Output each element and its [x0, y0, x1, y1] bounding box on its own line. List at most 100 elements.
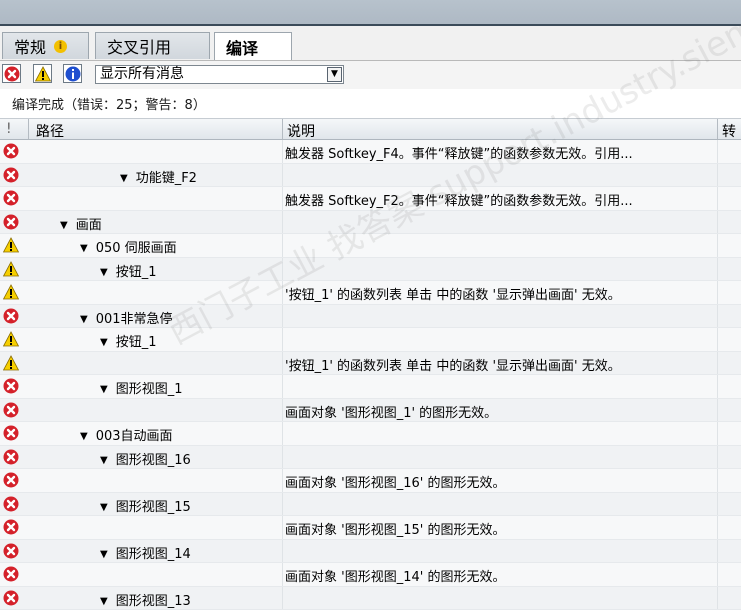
- tree-node-label: 功能键_F2: [135, 170, 197, 186]
- column-divider: [717, 469, 718, 492]
- expand-triangle-icon[interactable]: ▼: [100, 384, 108, 395]
- table-row[interactable]: 画面对象 '图形视图_14' 的图形无效。: [0, 563, 741, 587]
- tree-node-label: 按钮_1: [115, 264, 157, 280]
- expand-triangle-icon[interactable]: ▼: [120, 173, 128, 184]
- tree-node[interactable]: ▼ 003自动画面: [80, 425, 173, 444]
- column-divider: [282, 328, 283, 351]
- expand-triangle-icon[interactable]: ▼: [80, 314, 88, 325]
- table-row[interactable]: 画面对象 '图形视图_16' 的图形无效。: [0, 469, 741, 493]
- chevron-down-icon[interactable]: ▼: [327, 67, 342, 82]
- column-divider: [717, 492, 718, 515]
- column-divider: [282, 210, 283, 233]
- column-divider: [717, 351, 718, 374]
- column-divider: [282, 234, 283, 257]
- tree-node[interactable]: ▼ 050 伺服画面: [80, 237, 177, 256]
- column-divider: [282, 257, 283, 280]
- table-row[interactable]: ▼ 按钮_1: [0, 328, 741, 352]
- error-icon: [3, 190, 19, 206]
- column-divider: [282, 351, 283, 374]
- table-row[interactable]: ▼ 功能键_F2: [0, 163, 741, 187]
- column-divider[interactable]: [28, 119, 29, 139]
- tree-node[interactable]: ▼ 图形视图_14: [100, 543, 191, 562]
- tree-node[interactable]: ▼ 按钮_1: [100, 331, 156, 350]
- tree-node-label: 003自动画面: [95, 429, 173, 444]
- compile-status: 编译完成（错误：25；警告：8）: [12, 98, 206, 113]
- message-description: 画面对象 '图形视图_16' 的图形无效。: [285, 476, 506, 491]
- column-header-description[interactable]: 说明: [287, 121, 315, 141]
- warning-icon: [3, 354, 19, 370]
- table-row[interactable]: 触发器 Softkey_F4。事件“释放键”的函数参数无效。引用...: [0, 140, 741, 164]
- tree-node-label: 图形视图_13: [115, 593, 191, 609]
- error-icon: [3, 425, 19, 441]
- table-row[interactable]: 画面对象 '图形视图_15' 的图形无效。: [0, 516, 741, 540]
- table-row[interactable]: ▼ 001非常急停: [0, 304, 741, 328]
- table-row[interactable]: 画面对象 '图形视图_1' 的图形无效。: [0, 398, 741, 422]
- table-row[interactable]: ▼ 003自动画面: [0, 422, 741, 446]
- tree-node-label: 按钮_1: [115, 335, 157, 350]
- column-divider: [717, 187, 718, 210]
- table-row[interactable]: 触发器 Softkey_F2。事件“释放键”的函数参数无效。引用...: [0, 187, 741, 211]
- tree-node[interactable]: ▼ 图形视图_1: [100, 378, 182, 397]
- info-icon: [65, 66, 80, 81]
- expand-triangle-icon[interactable]: ▼: [100, 337, 108, 348]
- table-row[interactable]: ▼ 图形视图_13: [0, 586, 741, 610]
- table-row[interactable]: ▼ 050 伺服画面: [0, 234, 741, 258]
- error-icon: [3, 378, 19, 394]
- tree-node[interactable]: ▼ 功能键_F2: [120, 167, 197, 186]
- table-row[interactable]: ▼ 按钮_1: [0, 257, 741, 281]
- message-description: 画面对象 '图形视图_15' 的图形无效。: [285, 523, 506, 538]
- column-divider[interactable]: [282, 119, 283, 139]
- column-header-path[interactable]: 路径: [36, 121, 64, 141]
- expand-triangle-icon[interactable]: ▼: [80, 243, 88, 254]
- column-header-goto[interactable]: 转: [722, 121, 736, 141]
- tree-node[interactable]: ▼ 图形视图_16: [100, 449, 191, 468]
- tree-node-label: 图形视图_1: [115, 382, 183, 397]
- tree-node-label: 图形视图_14: [115, 546, 191, 562]
- table-row[interactable]: '按钮_1' 的函数列表 单击 中的函数 '显示弹出画面' 无效。: [0, 351, 741, 375]
- expand-triangle-icon[interactable]: ▼: [100, 267, 108, 278]
- message-description: '按钮_1' 的函数列表 单击 中的函数 '显示弹出画面' 无效。: [285, 288, 621, 303]
- column-divider: [717, 516, 718, 539]
- column-divider: [717, 140, 718, 163]
- warning-icon: [3, 237, 19, 253]
- tab-cross-reference[interactable]: 交叉引用: [95, 32, 210, 59]
- filter-info-button[interactable]: [63, 64, 82, 83]
- table-row[interactable]: ▼ 画面: [0, 210, 741, 234]
- table-row[interactable]: ▼ 图形视图_1: [0, 375, 741, 399]
- column-divider[interactable]: [717, 119, 718, 139]
- column-divider: [717, 234, 718, 257]
- column-header-severity[interactable]: !: [6, 121, 12, 137]
- message-toolbar: 显示所有消息 ▼: [0, 61, 741, 89]
- column-divider: [282, 304, 283, 327]
- column-divider: [282, 539, 283, 562]
- filter-warnings-button[interactable]: [33, 64, 52, 83]
- column-divider: [282, 398, 283, 421]
- message-filter-dropdown[interactable]: 显示所有消息 ▼: [95, 65, 344, 84]
- error-icon: [3, 167, 19, 182]
- expand-triangle-icon[interactable]: ▼: [100, 455, 108, 466]
- expand-triangle-icon[interactable]: ▼: [100, 549, 108, 560]
- table-row[interactable]: ▼ 图形视图_16: [0, 445, 741, 469]
- table-row[interactable]: ▼ 图形视图_14: [0, 539, 741, 563]
- expand-triangle-icon[interactable]: ▼: [60, 220, 68, 231]
- filter-errors-button[interactable]: [2, 64, 21, 83]
- expand-triangle-icon[interactable]: ▼: [80, 431, 88, 442]
- tree-node[interactable]: ▼ 图形视图_13: [100, 590, 191, 609]
- tab-general[interactable]: 常规 i: [2, 32, 89, 59]
- error-icon: [3, 143, 19, 159]
- table-row[interactable]: '按钮_1' 的函数列表 单击 中的函数 '显示弹出画面' 无效。: [0, 281, 741, 305]
- table-row[interactable]: ▼ 图形视图_15: [0, 492, 741, 516]
- expand-triangle-icon[interactable]: ▼: [100, 596, 108, 607]
- column-divider: [717, 281, 718, 304]
- error-icon: [3, 449, 19, 464]
- tree-node[interactable]: ▼ 画面: [60, 214, 102, 233]
- expand-triangle-icon[interactable]: ▼: [100, 502, 108, 513]
- column-divider: [282, 516, 283, 539]
- tree-node[interactable]: ▼ 001非常急停: [80, 308, 173, 327]
- column-divider: [717, 563, 718, 586]
- tree-node[interactable]: ▼ 图形视图_15: [100, 496, 191, 515]
- tree-node[interactable]: ▼ 按钮_1: [100, 261, 156, 280]
- column-divider: [717, 422, 718, 445]
- column-divider: [717, 586, 718, 609]
- tab-compile[interactable]: 编译: [214, 32, 292, 60]
